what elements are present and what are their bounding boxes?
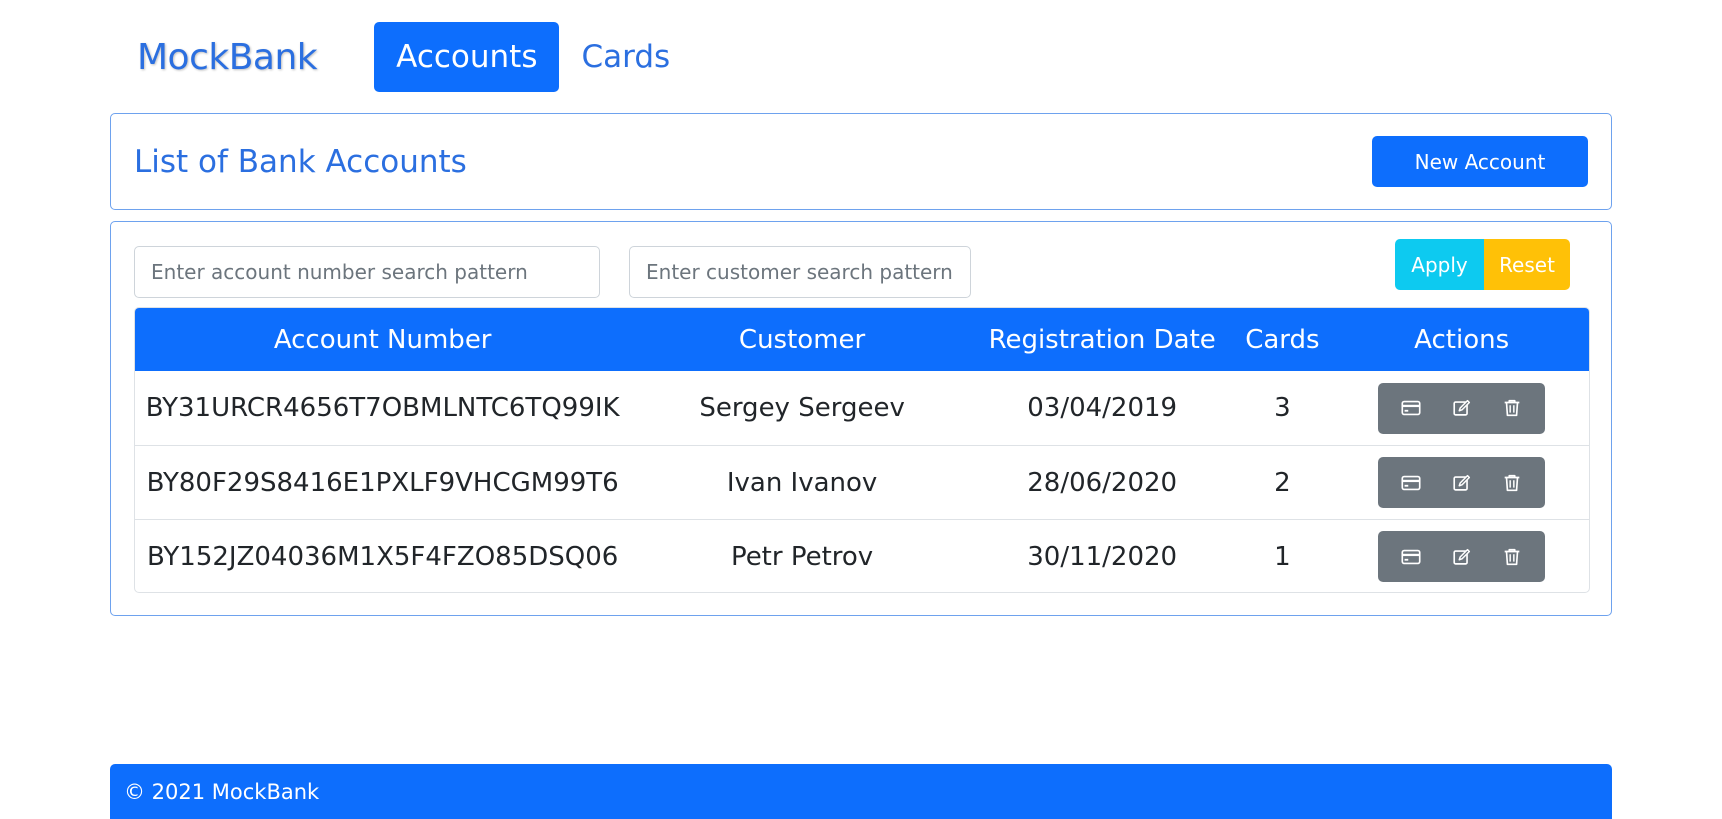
accounts-table: Account Number Customer Registration Dat…	[134, 307, 1590, 593]
table-row: BY152JZ04036M1X5F4FZO85DSQ06 Petr Petrov…	[135, 519, 1589, 592]
row-actions-group	[1378, 382, 1546, 434]
table-row: BY31URCR4656T7OBMLNTC6TQ99IK Sergey Serg…	[135, 371, 1589, 445]
credit-card-icon[interactable]	[1391, 463, 1431, 503]
customer-cell: Petr Petrov	[730, 541, 874, 572]
account-number-cell: BY152JZ04036M1X5F4FZO85DSQ06	[146, 541, 619, 572]
customer-cell: Ivan Ivanov	[726, 467, 878, 498]
filter-button-group: Apply Reset	[1395, 239, 1570, 290]
trash-icon[interactable]	[1492, 537, 1532, 577]
trash-icon[interactable]	[1492, 463, 1532, 503]
page-title: List of Bank Accounts	[134, 143, 467, 180]
actions-cell	[1334, 531, 1589, 582]
apply-button[interactable]: Apply	[1395, 239, 1484, 290]
nav-cards[interactable]: Cards	[559, 22, 692, 92]
column-header-account-number[interactable]: Account Number	[135, 325, 630, 355]
column-header-registration-date[interactable]: Registration Date	[974, 325, 1231, 355]
customer-cell: Sergey Sergeev	[699, 393, 905, 423]
actions-cell	[1334, 457, 1589, 508]
footer-copyright: © 2021 MockBank	[124, 779, 320, 804]
reset-button[interactable]: Reset	[1484, 239, 1570, 290]
edit-icon[interactable]	[1442, 388, 1482, 428]
column-header-customer[interactable]: Customer	[630, 325, 974, 355]
customer-search-input[interactable]	[629, 246, 971, 298]
cards-count-cell: 2	[1274, 467, 1291, 498]
column-header-cards[interactable]: Cards	[1230, 325, 1334, 355]
cards-count-cell: 1	[1274, 541, 1291, 572]
registration-date-cell: 30/11/2020	[1027, 541, 1178, 572]
trash-icon[interactable]	[1492, 388, 1532, 428]
column-header-actions: Actions	[1414, 324, 1510, 355]
table-header: Account Number Customer Registration Dat…	[135, 308, 1589, 371]
actions-cell	[1334, 382, 1589, 434]
edit-icon[interactable]	[1442, 463, 1482, 503]
credit-card-icon[interactable]	[1391, 537, 1431, 577]
account-number-search-input[interactable]	[134, 246, 600, 298]
account-number-cell: BY80F29S8416E1PXLF9VHCGM99T6	[146, 467, 619, 498]
account-number-cell: BY31URCR4656T7OBMLNTC6TQ99IK	[145, 393, 620, 423]
table-row: BY80F29S8416E1PXLF9VHCGM99T6 Ivan Ivanov…	[135, 445, 1589, 519]
top-navbar: MockBank Accounts Cards	[110, 22, 692, 92]
credit-card-icon[interactable]	[1391, 388, 1431, 428]
page-footer: © 2021 MockBank	[110, 764, 1612, 819]
new-account-button[interactable]: New Account	[1372, 136, 1588, 187]
accounts-list-card: Apply Reset Account Number Customer Regi…	[110, 221, 1612, 616]
nav-accounts[interactable]: Accounts	[374, 22, 560, 92]
edit-icon[interactable]	[1442, 537, 1482, 577]
registration-date-cell: 28/06/2020	[1027, 467, 1178, 498]
brand-logo[interactable]: MockBank	[137, 37, 318, 78]
row-actions-group	[1378, 457, 1546, 508]
registration-date-cell: 03/04/2019	[1027, 393, 1178, 423]
accounts-header-card: List of Bank Accounts New Account	[110, 113, 1612, 210]
row-actions-group	[1378, 531, 1546, 582]
cards-count-cell: 3	[1274, 393, 1291, 423]
